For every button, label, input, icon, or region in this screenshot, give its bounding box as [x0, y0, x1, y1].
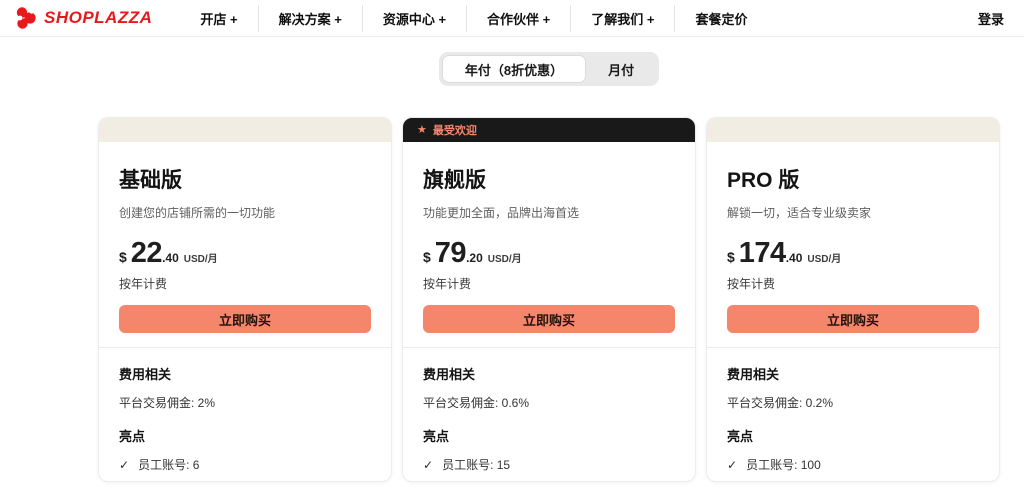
check-icon: ✓ — [423, 458, 433, 472]
billing-note: 按年计费 — [119, 275, 371, 292]
feature-label: 员工账号: 6 — [138, 456, 199, 473]
plan-name: 旗舰版 — [423, 164, 675, 194]
plan-price: $ 174 .40 USD/月 — [727, 237, 979, 270]
fees-heading: 费用相关 — [727, 364, 979, 383]
feature-list: ✓员工账号: 6✓无限产品展示✓免费主题✓多渠道流量跟踪✓智能商品推荐✓24/7… — [119, 456, 371, 482]
nav-item-solutions[interactable]: 解决方案 + — [258, 5, 362, 32]
check-icon: ✓ — [119, 458, 129, 472]
plan-price: $ 22 .40 USD/月 — [119, 237, 371, 270]
price-integer: 79 — [435, 237, 466, 270]
billing-period-toggle: 年付（8折优惠） 月付 — [439, 52, 659, 86]
buy-now-button-pro[interactable]: 立即购买 — [727, 305, 979, 333]
price-integer: 22 — [131, 237, 162, 270]
toggle-annual-option[interactable]: 年付（8折优惠） — [442, 55, 586, 83]
plan-tagline: 创建您的店铺所需的一切功能 — [119, 204, 371, 221]
billing-note: 按年计费 — [727, 275, 979, 292]
plan-name: 基础版 — [119, 164, 371, 194]
plan-card-pro-body: PRO 版 解锁一切，适合专业级卖家 $ 174 .40 USD/月 按年计费 … — [707, 142, 999, 333]
plan-tagline: 解锁一切，适合专业级卖家 — [727, 204, 979, 221]
feature-label: 员工账号: 100 — [746, 456, 821, 473]
feature-list: ✓员工账号: 15✓无限产品展示✓免费主题✓多渠道流量跟踪✓智能商品推荐✓优先级… — [423, 456, 675, 482]
pricing-cards: 基础版 创建您的店铺所需的一切功能 $ 22 .40 USD/月 按年计费 立即… — [98, 117, 1000, 482]
highlights-heading: 亮点 — [727, 426, 979, 445]
plan-card-pro: PRO 版 解锁一切，适合专业级卖家 $ 174 .40 USD/月 按年计费 … — [706, 117, 1000, 482]
price-decimal: .40 — [162, 251, 179, 265]
price-currency: $ — [423, 249, 431, 265]
fees-heading: 费用相关 — [119, 364, 371, 383]
feature-list: ✓员工账号: 100✓无限产品展示✓免费主题✓多渠道流量跟踪✓智能商品推荐✓B2… — [727, 456, 979, 482]
most-popular-label: 最受欢迎 — [433, 122, 477, 138]
price-unit: USD/月 — [807, 250, 841, 265]
check-icon: ✓ — [727, 458, 737, 472]
plan-tagline: 功能更加全面，品牌出海首选 — [423, 204, 675, 221]
nav-item-partners[interactable]: 合作伙伴 + — [466, 5, 570, 32]
nav-item-open-store[interactable]: 开店 + — [180, 5, 257, 32]
plan-card-basic-strip — [99, 118, 391, 142]
logo-wordmark: SHOPLAZZA — [44, 8, 152, 28]
fee-line: 平台交易佣金: 0.2% — [727, 394, 979, 411]
toggle-monthly-option[interactable]: 月付 — [586, 55, 656, 83]
price-currency: $ — [727, 249, 735, 265]
feature-item: ✓ 员工账号: 100 — [727, 456, 979, 473]
nav-item-about[interactable]: 了解我们 + — [570, 5, 674, 32]
plan-card-basic-details: 费用相关 平台交易佣金: 2% 亮点 ✓员工账号: 6✓无限产品展示✓免费主题✓… — [99, 348, 391, 482]
plan-card-basic-body: 基础版 创建您的店铺所需的一切功能 $ 22 .40 USD/月 按年计费 立即… — [99, 142, 391, 333]
plan-card-flagship-body: 旗舰版 功能更加全面，品牌出海首选 $ 79 .20 USD/月 按年计费 立即… — [403, 142, 695, 333]
plan-card-pro-details: 费用相关 平台交易佣金: 0.2% 亮点 ✓员工账号: 100✓无限产品展示✓免… — [707, 348, 999, 482]
star-icon: ★ — [417, 125, 427, 136]
buy-now-button-basic[interactable]: 立即购买 — [119, 305, 371, 333]
fee-line: 平台交易佣金: 0.6% — [423, 394, 675, 411]
login-link[interactable]: 登录 — [972, 5, 1010, 32]
fee-line: 平台交易佣金: 2% — [119, 394, 371, 411]
feature-item: ✓ 员工账号: 6 — [119, 456, 371, 473]
price-unit: USD/月 — [488, 250, 522, 265]
plan-card-flagship-details: 费用相关 平台交易佣金: 0.6% 亮点 ✓员工账号: 15✓无限产品展示✓免费… — [403, 348, 695, 482]
plan-card-pro-strip — [707, 118, 999, 142]
price-integer: 174 — [739, 237, 786, 270]
price-unit: USD/月 — [184, 250, 218, 265]
plan-price: $ 79 .20 USD/月 — [423, 237, 675, 270]
price-decimal: .20 — [466, 251, 483, 265]
nav-menu: 开店 + 解决方案 + 资源中心 + 合作伙伴 + 了解我们 + 套餐定价 — [180, 5, 767, 32]
nav-item-pricing[interactable]: 套餐定价 — [674, 5, 767, 32]
most-popular-badge: ★ 最受欢迎 — [403, 118, 695, 142]
billing-toggle-row: 年付（8折优惠） 月付 — [0, 52, 1024, 86]
plan-card-basic: 基础版 创建您的店铺所需的一切功能 $ 22 .40 USD/月 按年计费 立即… — [98, 117, 392, 482]
plan-name: PRO 版 — [727, 164, 979, 194]
billing-note: 按年计费 — [423, 275, 675, 292]
highlights-heading: 亮点 — [119, 426, 371, 445]
top-navigation: SHOPLAZZA 开店 + 解决方案 + 资源中心 + 合作伙伴 + 了解我们… — [0, 0, 1024, 37]
buy-now-button-flagship[interactable]: 立即购买 — [423, 305, 675, 333]
nav-item-resources[interactable]: 资源中心 + — [362, 5, 466, 32]
price-currency: $ — [119, 249, 127, 265]
highlights-heading: 亮点 — [423, 426, 675, 445]
shoplazza-logo-icon — [14, 6, 38, 30]
fees-heading: 费用相关 — [423, 364, 675, 383]
shoplazza-logo[interactable]: SHOPLAZZA — [14, 6, 152, 30]
price-decimal: .40 — [786, 251, 803, 265]
feature-item: ✓ 员工账号: 15 — [423, 456, 675, 473]
plan-card-flagship: ★ 最受欢迎 旗舰版 功能更加全面，品牌出海首选 $ 79 .20 USD/月 … — [402, 117, 696, 482]
feature-label: 员工账号: 15 — [442, 456, 510, 473]
